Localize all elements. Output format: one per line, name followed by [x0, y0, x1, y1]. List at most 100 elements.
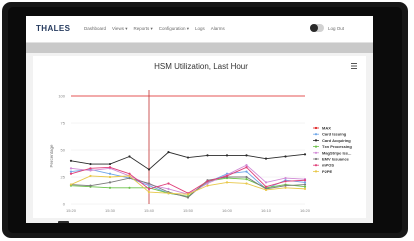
data-point — [89, 174, 92, 178]
data-point — [284, 155, 287, 158]
data-point — [303, 183, 307, 186]
data-point — [108, 172, 112, 175]
legend-swatch-marker — [314, 170, 318, 173]
nav-configuration[interactable]: Configuration ▾ — [159, 26, 189, 32]
data-point — [245, 164, 248, 167]
legend-item-label[interactable]: mPOS — [322, 163, 334, 168]
data-point — [245, 178, 248, 181]
data-point — [264, 188, 268, 192]
data-point — [225, 154, 229, 157]
legend-item-label[interactable]: P2PE — [322, 169, 333, 174]
legend-item-label[interactable]: MagStripe Iss... — [322, 150, 351, 155]
arrow-left-icon[interactable] — [58, 221, 69, 223]
data-point — [245, 182, 248, 185]
x-tick-label: 15:40 — [144, 208, 155, 213]
data-point — [206, 154, 209, 157]
data-point — [108, 162, 112, 166]
data-point — [206, 180, 209, 183]
toggle-switch-icon[interactable] — [310, 24, 324, 32]
nav-dashboard[interactable]: Dashboard — [84, 26, 106, 32]
data-point — [147, 182, 151, 185]
nav-views[interactable]: Views ▾ — [112, 26, 127, 32]
data-point — [245, 166, 248, 169]
legend-swatch-marker — [314, 133, 318, 136]
data-point — [303, 179, 307, 182]
data-point — [89, 184, 92, 187]
nav-alarms[interactable]: Alarms — [211, 26, 225, 32]
data-point — [128, 186, 131, 189]
data-point — [264, 157, 268, 160]
data-point — [245, 175, 248, 179]
data-point — [69, 172, 73, 175]
data-point — [303, 181, 307, 184]
logout-link[interactable]: Log Out — [328, 26, 344, 31]
data-point — [206, 182, 209, 185]
data-point — [128, 174, 131, 178]
data-point — [206, 184, 209, 187]
legend-swatch-marker — [314, 126, 318, 130]
chart-panel: HSM Utilization, Last Hour Percentage 0 2… — [33, 56, 366, 218]
data-point — [245, 170, 248, 173]
x-tick-label: 16:10 — [261, 208, 272, 213]
page-header-band — [26, 43, 373, 53]
y-tick-label: 75 — [61, 121, 66, 126]
data-point — [245, 154, 248, 157]
y-tick-label: 50 — [61, 148, 66, 153]
data-point — [108, 175, 112, 179]
data-point — [128, 155, 131, 158]
data-point — [108, 181, 112, 184]
data-point — [69, 159, 73, 162]
legend-swatch-marker — [314, 151, 318, 154]
data-point — [167, 192, 170, 195]
top-navbar: THALES Dashboard Views ▾ Reports ▾ Confi… — [26, 16, 373, 43]
x-tick-label: 15:50 — [183, 208, 194, 213]
data-point — [186, 193, 190, 196]
data-point — [147, 191, 151, 194]
legend-swatch-marker — [314, 157, 318, 161]
legend-item-label[interactable]: Txn Processing — [322, 144, 352, 149]
data-point — [89, 169, 92, 172]
x-tick-label: 15:30 — [105, 208, 116, 213]
hamburger-menu-icon[interactable] — [351, 63, 357, 69]
data-point — [186, 196, 190, 199]
data-point — [225, 181, 229, 184]
data-point — [147, 168, 151, 171]
x-tick-label: 16:00 — [222, 208, 233, 213]
legend-swatch-marker — [314, 164, 318, 167]
legend-item-label[interactable]: EMV Issuance — [322, 157, 350, 162]
x-tick-label: 15:20 — [66, 208, 77, 213]
data-point — [303, 185, 307, 188]
data-point — [128, 176, 131, 180]
brand-logo[interactable]: THALES — [36, 24, 70, 33]
x-tick-label: 16:20 — [300, 208, 311, 213]
toggle-knob — [310, 24, 318, 32]
series-line — [70, 151, 306, 171]
data-point — [69, 170, 73, 173]
nav-reports[interactable]: Reports ▾ — [133, 26, 152, 32]
data-point — [284, 186, 287, 189]
y-tick-label: 0 — [63, 202, 66, 207]
legend-item-label[interactable]: MAX — [322, 126, 331, 131]
data-point — [69, 167, 73, 170]
y-tick-label: 100 — [58, 94, 65, 99]
data-point — [225, 174, 229, 178]
chart-title: HSM Utilization, Last Hour — [154, 62, 248, 71]
series-line — [70, 175, 306, 195]
legend-swatch-marker — [314, 139, 318, 142]
nav-logs[interactable]: Logs — [195, 26, 205, 32]
data-point — [147, 187, 151, 190]
data-point — [284, 176, 287, 180]
app-screen: THALES Dashboard Views ▾ Reports ▾ Confi… — [26, 16, 373, 223]
data-point — [89, 167, 92, 170]
data-point — [128, 172, 131, 175]
legend-item-label[interactable]: Card Issuing — [322, 132, 347, 137]
main-nav: Dashboard Views ▾ Reports ▾ Configuratio… — [84, 26, 225, 32]
data-point — [284, 180, 287, 183]
data-point — [303, 153, 307, 156]
legend-item-label[interactable]: Card Acquiring — [322, 138, 351, 143]
data-point — [167, 151, 170, 154]
data-point — [89, 162, 92, 166]
data-point — [284, 184, 287, 187]
data-point — [186, 156, 190, 159]
y-tick-label: 25 — [61, 175, 66, 180]
